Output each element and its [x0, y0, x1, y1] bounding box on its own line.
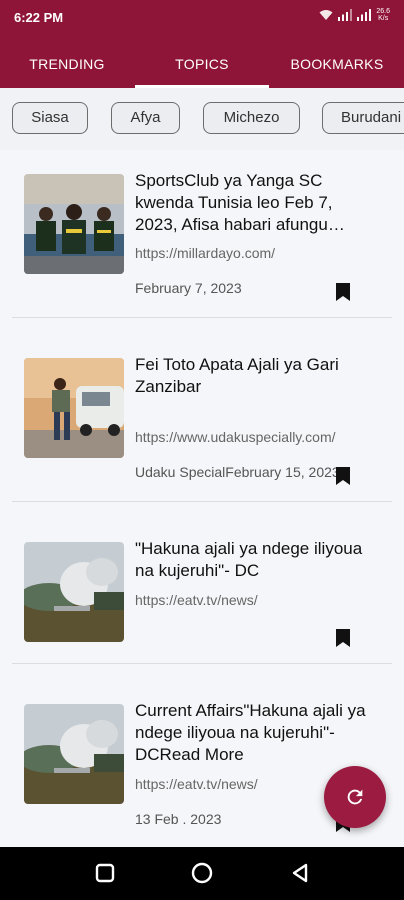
status-icons: 26.6 K/s — [319, 8, 390, 22]
home-circle-icon[interactable] — [190, 861, 214, 885]
news-title[interactable]: Fei Toto Apata Ajali ya Gari Zanzibar — [135, 354, 375, 398]
tab-trending[interactable]: TRENDING — [0, 44, 134, 88]
news-thumbnail — [24, 704, 124, 804]
tab-bar: TRENDING TOPICS BOOKMARKS — [0, 44, 404, 88]
bookmark-icon[interactable] — [336, 629, 350, 647]
signal-icon — [338, 9, 353, 21]
news-card[interactable]: SportsClub ya Yanga SC kwenda Tunisia le… — [0, 150, 404, 318]
news-thumbnail — [24, 542, 124, 642]
news-title[interactable]: "Hakuna ajali ya ndege iliyoua na kujeru… — [135, 538, 375, 582]
refresh-button[interactable] — [324, 766, 386, 828]
news-date: 13 Feb . 2023 — [135, 811, 222, 827]
news-date: February 7, 2023 — [135, 280, 242, 296]
back-triangle-icon[interactable] — [288, 861, 312, 885]
app-header: 6:22 PM 26.6 K/s TRENDING TOPICS BOOKMAR… — [0, 0, 404, 88]
football-team-photo-icon — [24, 174, 124, 274]
chip-burudani[interactable]: Burudani — [322, 102, 404, 134]
news-source-date: Udaku SpecialFebruary 15, 2023 — [135, 464, 340, 480]
man-by-car-photo-icon — [24, 358, 124, 458]
tab-topics[interactable]: TOPICS — [135, 44, 269, 88]
signal-icon — [357, 9, 372, 21]
card-divider — [12, 663, 392, 664]
network-speed: 26.6 K/s — [376, 8, 390, 22]
card-divider — [12, 317, 392, 318]
status-bar: 6:22 PM 26.6 K/s — [0, 0, 404, 36]
tab-bookmarks[interactable]: BOOKMARKS — [270, 44, 404, 88]
chip-afya[interactable]: Afya — [111, 102, 180, 134]
net-speed-unit: K/s — [378, 15, 389, 22]
plane-crash-smoke-photo-icon — [24, 704, 124, 804]
chip-siasa[interactable]: Siasa — [12, 102, 88, 134]
recents-square-icon[interactable] — [93, 861, 117, 885]
news-url[interactable]: https://www.udakuspecially.com/ — [135, 429, 397, 445]
news-title[interactable]: Current Affairs"Hakuna ajali ya ndege il… — [135, 700, 375, 766]
bookmark-icon[interactable] — [336, 467, 350, 485]
news-thumbnail — [24, 174, 124, 274]
wifi-icon — [319, 10, 333, 20]
system-navigation-bar — [0, 847, 404, 900]
news-url[interactable]: https://eatv.tv/news/ — [135, 592, 397, 608]
news-title[interactable]: SportsClub ya Yanga SC kwenda Tunisia le… — [135, 170, 375, 236]
card-divider — [12, 501, 392, 502]
refresh-icon — [347, 789, 363, 805]
topic-chips-row: Siasa Afya Michezo Burudani — [0, 88, 404, 150]
news-card[interactable]: Fei Toto Apata Ajali ya Gari Zanzibar ht… — [0, 334, 404, 502]
news-card[interactable]: "Hakuna ajali ya ndege iliyoua na kujeru… — [0, 518, 404, 680]
status-time: 6:22 PM — [14, 10, 64, 25]
bookmark-icon[interactable] — [336, 283, 350, 301]
news-feed: SportsClub ya Yanga SC kwenda Tunisia le… — [0, 150, 404, 847]
chip-michezo[interactable]: Michezo — [203, 102, 300, 134]
net-speed-value: 26.6 — [376, 8, 390, 15]
news-thumbnail — [24, 358, 124, 458]
news-url[interactable]: https://millardayo.com/ — [135, 245, 397, 261]
plane-crash-smoke-photo-icon — [24, 542, 124, 642]
